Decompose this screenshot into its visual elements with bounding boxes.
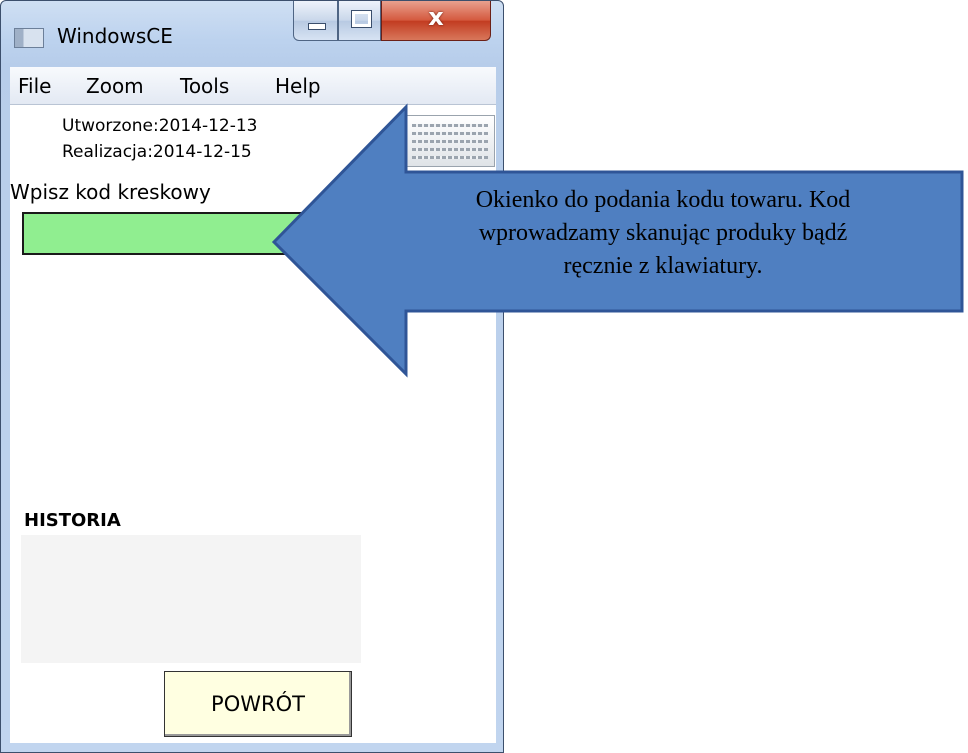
history-label: HISTORIA [24,510,121,531]
callout-line: ręcznie z klawiatury. [563,253,763,279]
app-icon [14,28,44,48]
title-bar[interactable]: WindowsCE x [1,1,503,65]
realization-date: Realizacja:2014-12-15 [62,142,252,162]
history-list[interactable] [21,535,361,663]
created-date: Utworzone:2014-12-13 [62,116,258,136]
menu-help[interactable]: Help [275,74,321,98]
app-window: WindowsCE x File Zoom Tools Help Utworzo… [0,0,504,753]
window-title: WindowsCE [57,24,173,48]
close-button[interactable]: x [381,1,491,41]
close-icon: x [428,3,444,31]
menu-zoom[interactable]: Zoom [86,74,144,98]
barcode-label: Wpisz kod kreskowy [10,180,211,204]
minimize-button[interactable] [293,1,338,41]
callout-line: wprowadzamy skanując produky bądź [478,220,848,246]
maximize-button[interactable] [338,1,381,41]
menu-file[interactable]: File [18,74,51,98]
menu-tools[interactable]: Tools [180,74,229,98]
callout-text: Okienko do podania kodu towaru. Kod wpro… [368,184,958,283]
keyboard-icon[interactable] [405,115,495,167]
menu-bar: File Zoom Tools Help [10,67,496,105]
callout-line: Okienko do podania kodu towaru. Kod [475,187,851,213]
back-button[interactable]: POWRÓT [164,671,352,737]
